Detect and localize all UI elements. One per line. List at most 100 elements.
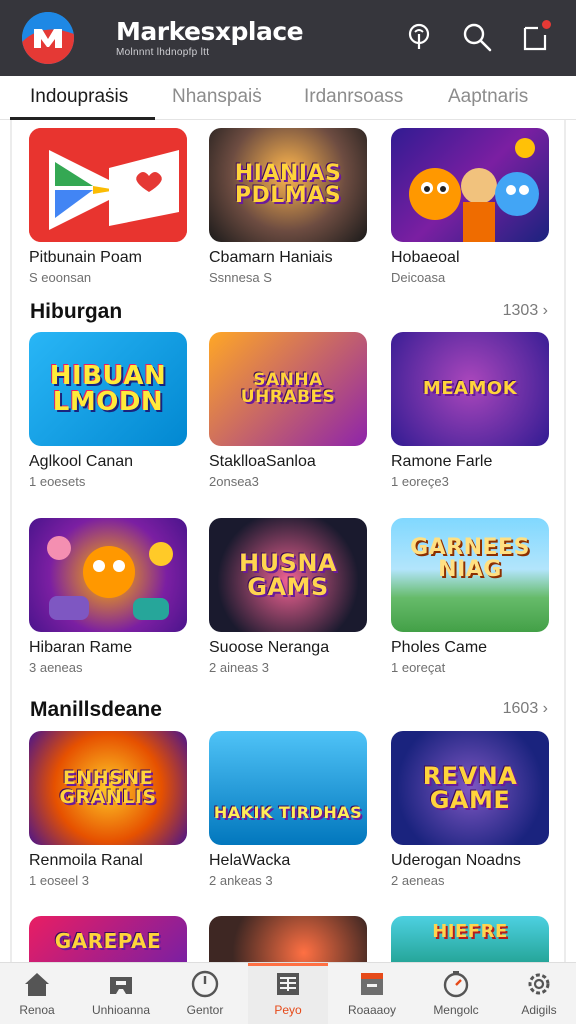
search-icon[interactable]	[462, 22, 492, 52]
thumbnail-art-text: MEAMOK	[422, 378, 518, 399]
app-card[interactable]: REVNA GAME Uderogan Noadns 2 aeneas	[391, 731, 551, 888]
app-header: Markesxplace Molnnnt lhdnopfp ltt	[0, 0, 576, 76]
app-card[interactable]: HAKIK TIRDHAS HelaWacka 2 ankeas 3	[209, 731, 369, 888]
app-title: Aglkool Canan	[29, 453, 134, 470]
app-title: Suoose Neranga	[209, 639, 330, 656]
notification-icon[interactable]	[520, 19, 552, 52]
app-card[interactable]: HIANIAS PDLMAS Cbamarn Haniais Ssnnesa S	[209, 128, 369, 285]
app-card[interactable]: MEAMOK Ramone Farle 1 eoreçe3	[391, 332, 551, 489]
app-thumbnail	[391, 128, 549, 242]
app-thumbnail: HUSNA GAMS	[209, 518, 367, 632]
settings-icon	[528, 973, 550, 995]
app-subtitle: Ssnnesa S	[209, 270, 272, 285]
nav-label: Peyo	[274, 1003, 302, 1017]
section-title: Hiburgan	[30, 300, 123, 323]
nav-label: Gentor	[186, 1003, 224, 1017]
app-thumbnail: HIEFRE	[391, 916, 549, 962]
app-card[interactable]: HUSNA GAMS Suoose Neranga 2 aineas 3	[209, 518, 369, 675]
nav-item-settings[interactable]: Adigils	[499, 969, 576, 1017]
app-title: Renmoila Ranal	[29, 852, 143, 869]
app-thumbnail: REVNA GAME	[391, 731, 549, 845]
app-card[interactable]: GARNEES NIAG Pholes Came 1 eoreçat	[391, 518, 551, 675]
app-card[interactable]: SANHA UHRABES StaklloaSanloa 2onsea3	[209, 332, 369, 489]
section-more-link[interactable]: 1603 ›	[503, 700, 548, 718]
archive-icon	[361, 973, 383, 995]
clock-icon	[191, 970, 219, 998]
thumbnail-art-text: GAREPAE	[54, 929, 162, 954]
app-subtitle: 2onsea3	[209, 474, 259, 489]
nav-item-active[interactable]: Peyo	[248, 969, 328, 1017]
app-thumbnail: GARNEES NIAG	[391, 518, 549, 632]
timer-icon	[443, 971, 469, 998]
app-card[interactable]: ENHSNE GRANLIS Renmoila Ranal 1 eoseel 3	[29, 731, 189, 888]
nav-label: Unhioanna	[91, 1003, 151, 1017]
app-subtitle: 2 ankeas 3	[209, 873, 273, 888]
pin-icon[interactable]	[404, 22, 434, 52]
bottom-navigation: Renoa Unhioanna Gentor Peyo Roaaaoy Meng…	[0, 962, 576, 1024]
notification-badge	[541, 19, 552, 30]
app-title: Cbamarn Haniais	[209, 249, 333, 266]
app-title: Ramone Farle	[391, 453, 493, 470]
app-thumbnail	[209, 916, 367, 962]
app-card[interactable]	[209, 916, 369, 962]
app-thumbnail: HIBUAN LMODN	[29, 332, 187, 446]
thumbnail-art-text: HIANIAS PDLMAS	[234, 161, 342, 208]
home-icon	[25, 973, 49, 996]
app-thumbnail	[29, 128, 187, 242]
thumbnail-art-text: HAKIK TIRDHAS	[213, 803, 363, 823]
category-tabs: Indoupraṡis Nhanspaiṡ Irdanrsoass Aaptna…	[0, 76, 576, 120]
app-card[interactable]: GAREPAE	[29, 916, 189, 962]
app-title: Pholes Came	[391, 639, 488, 656]
app-subtitle: 3 aeneas	[29, 660, 83, 675]
thumbnail-art-text: REVNA GAME	[422, 762, 518, 814]
app-thumbnail: GAREPAE	[29, 916, 187, 962]
app-subtitle: 1 eoseel 3	[29, 873, 89, 888]
app-thumbnail: HIANIAS PDLMAS	[209, 128, 367, 242]
app-title: Hobaeoal	[391, 249, 460, 266]
app-subtitle: 1 eoreçe3	[391, 474, 449, 489]
app-card[interactable]: Hibaran Rame 3 aeneas	[29, 518, 189, 675]
app-title: Pitbunain Poam	[29, 249, 142, 266]
logo-icon[interactable]	[22, 12, 74, 64]
nav-item-games[interactable]: Unhioanna	[81, 969, 161, 1017]
section-title: Manillsdeane	[30, 698, 162, 721]
app-thumbnail: HAKIK TIRDHAS	[209, 731, 367, 845]
thumbnail-art-text: SANHA UHRABES	[240, 370, 336, 407]
app-thumbnail: SANHA UHRABES	[209, 332, 367, 446]
app-card[interactable]: Hobaeoal Deicoasa	[391, 128, 551, 285]
app-subtitle: 1 eoreçat	[391, 660, 446, 675]
thumbnail-art-text: ENHSNE GRANLIS	[59, 767, 157, 808]
nav-item-archive[interactable]: Roaaaoy	[332, 969, 412, 1017]
nav-item-home[interactable]: Renoa	[0, 969, 77, 1017]
app-title: Markesxplace	[116, 17, 304, 46]
nav-item-center[interactable]: Gentor	[165, 969, 245, 1017]
app-card[interactable]: HIBUAN LMODN Aglkool Canan 1 eoesets	[29, 332, 189, 489]
app-subtitle: 1 eoesets	[29, 474, 86, 489]
nav-label: Mengolc	[433, 1003, 479, 1017]
app-subtitle: Molnnnt lhdnopfp ltt	[116, 47, 210, 58]
app-card[interactable]: HIEFRE	[391, 916, 551, 962]
nav-label: Adigils	[521, 1003, 557, 1017]
nav-item-timer[interactable]: Mengolc	[416, 969, 496, 1017]
thumbnail-art-text: HIBUAN LMODN	[49, 361, 167, 417]
app-title: HelaWacka	[209, 852, 291, 869]
app-subtitle: 2 aineas 3	[209, 660, 269, 675]
list-icon	[277, 973, 299, 995]
app-thumbnail: MEAMOK	[391, 332, 549, 446]
app-subtitle: 2 aeneas	[391, 873, 445, 888]
active-nav-indicator	[248, 963, 328, 966]
app-subtitle: Deicoasa	[391, 270, 446, 285]
tab-nhanspais[interactable]: Nhanspaiṡ	[172, 86, 262, 108]
tab-irdanrsoass[interactable]: Irdanrsoass	[304, 86, 403, 108]
app-subtitle: S eoonsan	[29, 270, 92, 285]
app-thumbnail: ENHSNE GRANLIS	[29, 731, 187, 845]
tab-indoupraspis[interactable]: Indoupraṡis	[30, 86, 128, 108]
section-more-link[interactable]: 1303 ›	[503, 302, 548, 320]
nav-label: Renoa	[19, 1003, 55, 1017]
thumbnail-art-text: HIEFRE	[432, 921, 508, 943]
tab-aaptnaris[interactable]: Aaptnaris	[448, 86, 528, 108]
nav-label: Roaaaoy	[347, 1003, 397, 1017]
app-card[interactable]: Pitbunain Poam S eoonsan	[29, 128, 189, 285]
app-thumbnail	[29, 518, 187, 632]
brand: Markesxplace Molnnnt lhdnopfp ltt	[116, 17, 304, 59]
